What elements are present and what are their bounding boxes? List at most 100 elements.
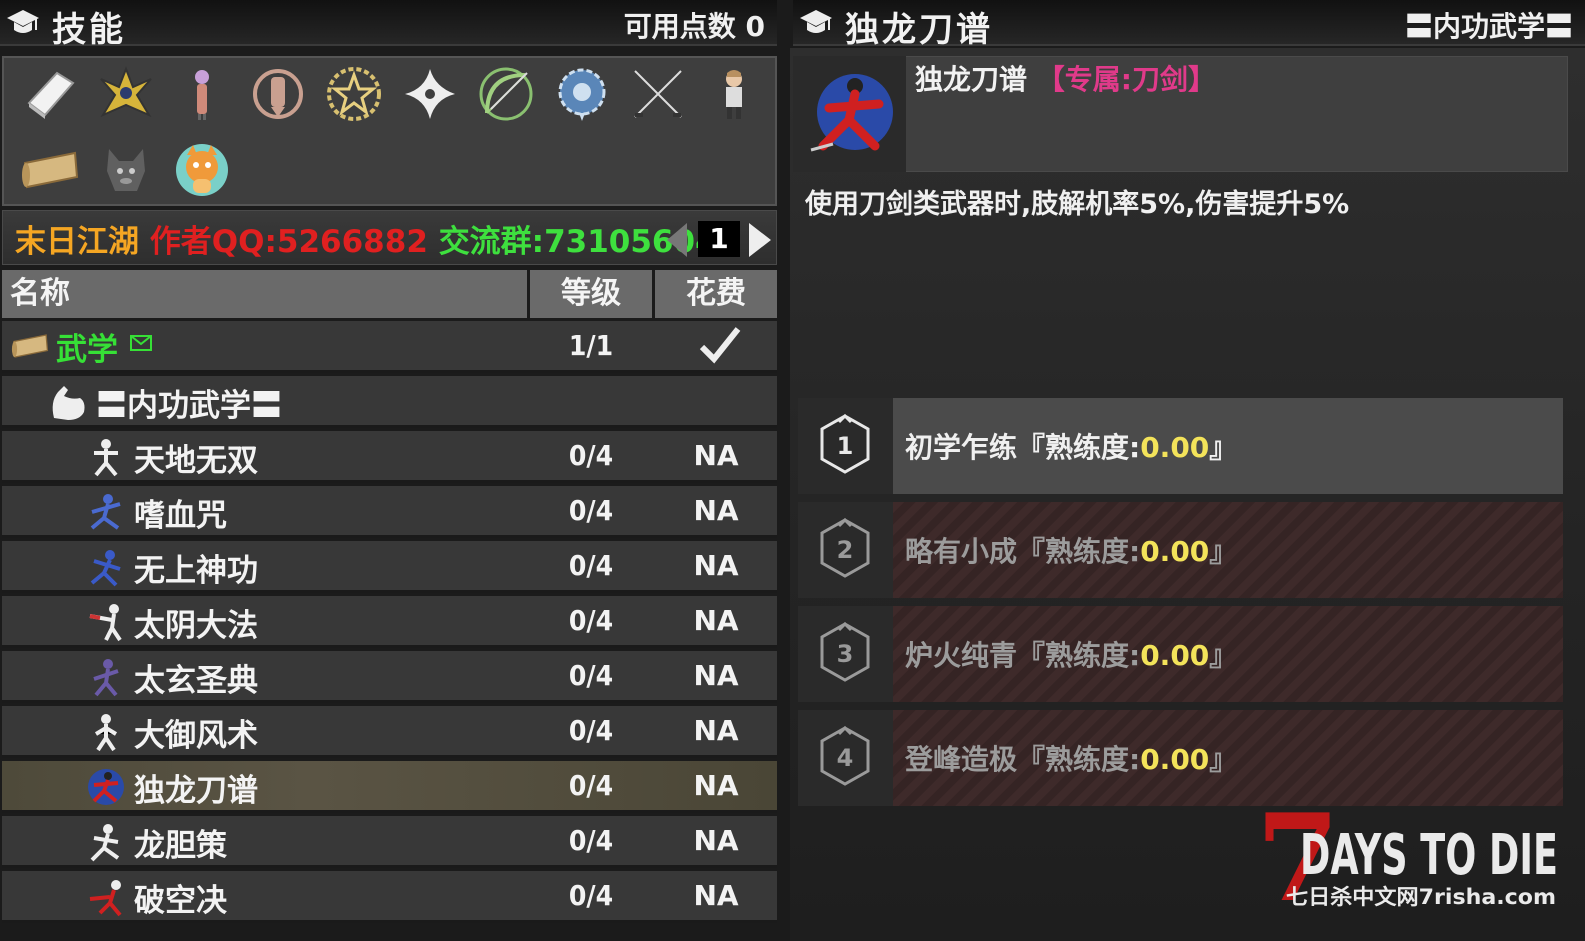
skill-cost: NA xyxy=(693,769,739,802)
skill-level: 0/4 xyxy=(568,549,614,582)
hexagon-rank-icon: 2 xyxy=(820,517,870,578)
flexed-arm-icon xyxy=(52,386,85,420)
tiger-cub-icon[interactable] xyxy=(170,138,234,202)
skill-row-2[interactable]: 嗜血咒 0/4 NA xyxy=(2,486,777,538)
skills-header: 技能 可用点数 0 xyxy=(0,0,777,50)
star-badge-icon[interactable] xyxy=(322,62,386,126)
skill-row-6[interactable]: 大御风术 0/4 NA xyxy=(2,706,777,758)
column-cost[interactable]: 花费 xyxy=(655,270,777,318)
page-number: 1 xyxy=(698,221,740,257)
skill-detail-name: 独龙刀谱 xyxy=(915,63,1028,96)
blue-fighter-icon xyxy=(90,550,121,587)
category-name: 武学 xyxy=(56,332,118,368)
tier-body: 初学乍练『熟练度:0.00』 xyxy=(893,398,1563,494)
skill-cost: NA xyxy=(693,604,739,637)
tier-2[interactable]: 2 略有小成『熟练度:0.00』 xyxy=(798,502,1563,598)
fist-emblem-icon[interactable] xyxy=(246,62,310,126)
info-bar: 末日江湖 作者QQ:5266882 交流群:731056044 1 xyxy=(2,210,777,265)
kick-fighter-icon xyxy=(89,604,122,642)
skill-row-9[interactable]: 破空决 0/4 NA xyxy=(2,871,777,923)
subcategory-name: 〓内功武学〓 xyxy=(96,388,282,424)
skill-row-4[interactable]: 太阴大法 0/4 NA xyxy=(2,596,777,648)
category-row-martial-arts[interactable]: 武学 1/1 xyxy=(2,321,777,373)
author-contact: 作者QQ:5266882 xyxy=(149,224,428,260)
blue-gear-icon[interactable] xyxy=(550,62,614,126)
column-name[interactable]: 名称 xyxy=(2,270,527,318)
hexagon-rank-icon: 4 xyxy=(820,725,870,786)
skill-row-5[interactable]: 太玄圣典 0/4 NA xyxy=(2,651,777,703)
armored-warrior-icon[interactable] xyxy=(94,62,158,126)
skill-row-7-selected[interactable]: 独龙刀谱 0/4 NA xyxy=(2,761,777,813)
tier-badge: 4 xyxy=(798,710,893,806)
skill-name: 大御风术 xyxy=(134,718,258,754)
prev-page-arrow-icon[interactable] xyxy=(667,223,687,257)
hexagon-rank-icon: 1 xyxy=(820,413,870,474)
skill-name: 龙胆策 xyxy=(134,828,227,864)
tier-number: 2 xyxy=(837,536,854,564)
white-fighter-icon xyxy=(94,714,118,752)
crossed-swords-icon[interactable] xyxy=(626,62,690,126)
white-fighter-icon xyxy=(90,824,120,862)
svg-text:DAYS TO DIE: DAYS TO DIE xyxy=(1300,823,1558,888)
next-page-arrow-icon[interactable] xyxy=(749,223,771,257)
tier-body: 炉火纯青『熟练度:0.00』 xyxy=(893,606,1563,702)
group-contact: 交流群:731056044 xyxy=(438,224,739,260)
graduation-cap-icon xyxy=(7,10,39,33)
red-kick-fighter-icon xyxy=(89,880,122,917)
detail-category: 〓内功武学〓 xyxy=(1404,10,1573,43)
seven-days-to-die-logo: 7 DAYS TO DIE 七日杀中文网7risha.com xyxy=(1256,788,1558,929)
checkmark-icon xyxy=(699,327,741,364)
tier-label: 炉火纯青『熟练度:0.00』 xyxy=(905,639,1238,672)
tier-3[interactable]: 3 炉火纯青『熟练度:0.00』 xyxy=(798,606,1563,702)
tier-1[interactable]: 1 初学乍练『熟练度:0.00』 xyxy=(798,398,1563,494)
column-level[interactable]: 等级 xyxy=(530,270,652,318)
skill-cost: NA xyxy=(693,659,739,692)
skill-level: 0/4 xyxy=(568,604,614,637)
suited-man-icon[interactable] xyxy=(702,62,766,126)
white-fighter-icon xyxy=(94,439,118,477)
skill-level: 0/4 xyxy=(568,659,614,692)
purple-fighter-icon xyxy=(93,659,119,697)
skill-level: 0/4 xyxy=(568,769,614,802)
skill-detail-title: 独龙刀谱 【专属:刀剑】 xyxy=(915,58,1216,98)
game-logo: 7 DAYS TO DIE 七日杀中文网7risha.com xyxy=(1248,788,1568,929)
skill-description: 使用刀剑类武器时,肢解机率5%,伤害提升5% xyxy=(805,189,1350,220)
skill-level: 0/4 xyxy=(568,494,614,527)
detail-header: 独龙刀谱 〓内功武学〓 xyxy=(793,0,1585,50)
skill-row-8[interactable]: 龙胆策 0/4 NA xyxy=(2,816,777,868)
tier-label: 略有小成『熟练度:0.00』 xyxy=(905,535,1238,568)
tier-number: 4 xyxy=(837,744,854,772)
skill-cost: NA xyxy=(693,879,739,912)
doll-figure-icon[interactable] xyxy=(170,62,234,126)
subcategory-row[interactable]: 〓内功武学〓 xyxy=(2,376,777,428)
tier-body: 略有小成『熟练度:0.00』 xyxy=(893,502,1563,598)
bow-arrow-icon[interactable] xyxy=(474,62,538,126)
skill-name: 破空决 xyxy=(134,883,227,919)
skill-level: 0/4 xyxy=(568,714,614,747)
detail-title: 独龙刀谱 xyxy=(845,10,993,50)
skill-name: 独龙刀谱 xyxy=(134,773,258,809)
skill-tree-icon-grid xyxy=(2,56,777,206)
scroll-icon xyxy=(11,334,49,358)
tier-label: 登峰造极『熟练度:0.00』 xyxy=(905,743,1238,776)
tier-badge: 2 xyxy=(798,502,893,598)
shuriken-icon[interactable] xyxy=(398,62,462,126)
skill-cost: NA xyxy=(693,549,739,582)
skill-detail-tag: 【专属:刀剑】 xyxy=(1036,63,1216,96)
skill-name: 天地无双 xyxy=(134,443,258,479)
skill-row-3[interactable]: 无上神功 0/4 NA xyxy=(2,541,777,593)
tier-badge: 3 xyxy=(798,606,893,702)
skill-row-1[interactable]: 天地无双 0/4 NA xyxy=(2,431,777,483)
available-points: 可用点数 0 xyxy=(623,10,765,43)
tier-label: 初学乍练『熟练度:0.00』 xyxy=(905,431,1238,464)
svg-text:七日杀中文网7risha.com: 七日杀中文网7risha.com xyxy=(1286,885,1556,909)
graduation-cap-icon xyxy=(800,10,832,33)
cat-icon[interactable] xyxy=(94,138,158,202)
envelope-icon xyxy=(130,335,152,351)
blue-fighter-icon xyxy=(90,494,121,530)
skill-level: 0/4 xyxy=(568,824,614,857)
scroll-icon[interactable] xyxy=(18,138,82,202)
skill-name: 太玄圣典 xyxy=(134,663,258,699)
book-icon[interactable] xyxy=(18,62,82,126)
skill-cost: NA xyxy=(693,714,739,747)
